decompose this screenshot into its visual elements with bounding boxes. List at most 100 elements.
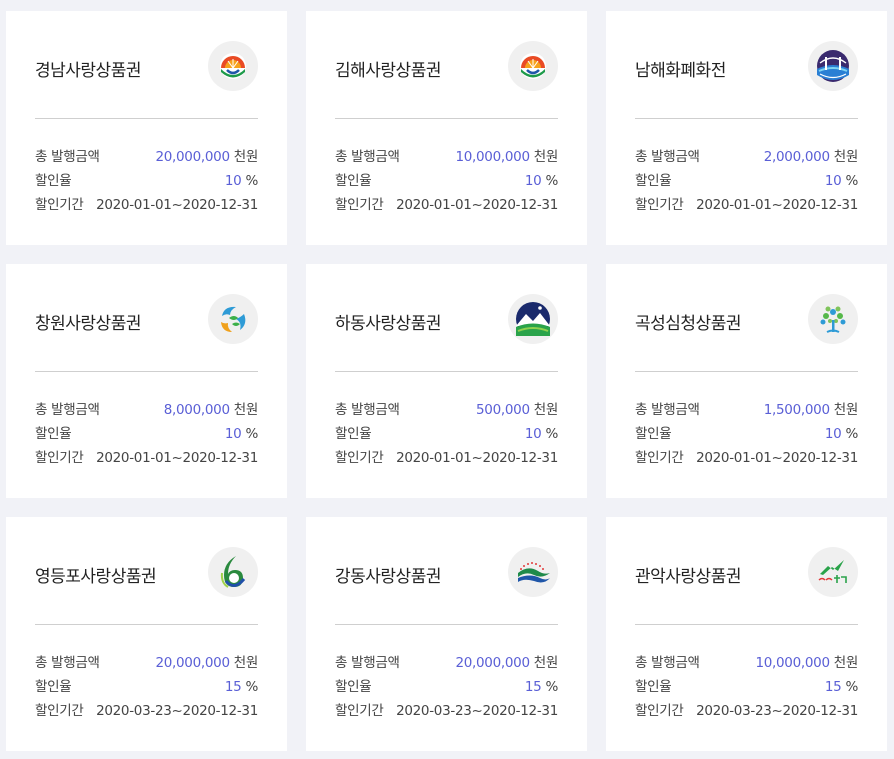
card-divider	[335, 624, 558, 625]
card-details: 총 발행금액 500,000 천원 할인율 10 % 할인기간 2020-01-…	[335, 398, 558, 470]
discount-period-value: 2020-01-01~2020-12-31	[396, 450, 558, 466]
gift-card-gwanak[interactable]: 관악사랑상품권 총 발행금액 10,000,000 천원 할인율 15 % 할인…	[606, 517, 887, 751]
total-issue-label: 총 발행금액	[35, 655, 100, 671]
total-issue-value: 500,000	[476, 402, 530, 418]
percent-unit: %	[545, 173, 558, 189]
gift-card-yeongdeungpo[interactable]: 영등포사랑상품권 총 발행금액 20,000,000 천원 할인율 15 % 할…	[6, 517, 287, 751]
total-issue-row: 총 발행금액 20,000,000 천원	[35, 145, 258, 169]
gift-card-grid: 경남사랑상품권 총 발행금액 20,000,000 천원 할인율 10 % 할인…	[0, 0, 894, 759]
discount-rate-label: 할인율	[635, 426, 672, 442]
discount-period-row: 할인기간 2020-01-01~2020-12-31	[335, 446, 558, 470]
gangdong-logo-icon	[508, 547, 558, 597]
card-header: 곡성심청상품권	[635, 292, 858, 350]
card-header: 영등포사랑상품권	[35, 545, 258, 603]
card-divider	[35, 624, 258, 625]
total-issue-row: 총 발행금액 1,500,000 천원	[635, 398, 858, 422]
discount-period-value: 2020-01-01~2020-12-31	[696, 450, 858, 466]
total-issue-value: 20,000,000	[455, 655, 530, 671]
discount-period-row: 할인기간 2020-01-01~2020-12-31	[35, 446, 258, 470]
discount-rate-label: 할인율	[35, 679, 72, 695]
total-issue-row: 총 발행금액 2,000,000 천원	[635, 145, 858, 169]
unit-label: 천원	[833, 402, 859, 418]
discount-period-row: 할인기간 2020-01-01~2020-12-31	[35, 193, 258, 217]
card-details: 총 발행금액 1,500,000 천원 할인율 10 % 할인기간 2020-0…	[635, 398, 858, 470]
card-title: 곡성심청상품권	[635, 314, 741, 334]
discount-rate-row: 할인율 10 %	[335, 422, 558, 446]
gimhae-logo-icon	[508, 41, 558, 91]
total-issue-row: 총 발행금액 10,000,000 천원	[635, 651, 858, 675]
gift-card-changwon[interactable]: 창원사랑상품권 총 발행금액 8,000,000 천원 할인율 10 % 할인기…	[6, 264, 287, 498]
total-issue-label: 총 발행금액	[35, 149, 100, 165]
card-header: 경남사랑상품권	[35, 39, 258, 97]
card-header: 김해사랑상품권	[335, 39, 558, 97]
card-header: 하동사랑상품권	[335, 292, 558, 350]
total-issue-value: 10,000,000	[455, 149, 530, 165]
discount-period-row: 할인기간 2020-01-01~2020-12-31	[635, 446, 858, 470]
total-issue-label: 총 발행금액	[335, 402, 400, 418]
card-details: 총 발행금액 8,000,000 천원 할인율 10 % 할인기간 2020-0…	[35, 398, 258, 470]
discount-period-label: 할인기간	[635, 450, 684, 466]
hadong-logo-icon	[508, 294, 558, 344]
discount-rate-value: 15	[224, 679, 242, 695]
card-divider	[335, 118, 558, 119]
discount-rate-label: 할인율	[335, 426, 372, 442]
unit-label: 천원	[233, 149, 259, 165]
discount-rate-label: 할인율	[335, 679, 372, 695]
changwon-logo-icon	[208, 294, 258, 344]
card-title: 남해화폐화전	[635, 61, 726, 81]
unit-label: 천원	[533, 655, 559, 671]
discount-rate-row: 할인율 15 %	[635, 675, 858, 699]
percent-unit: %	[845, 679, 858, 695]
percent-unit: %	[245, 173, 258, 189]
gokseong-logo-icon	[808, 294, 858, 344]
discount-rate-row: 할인율 10 %	[335, 169, 558, 193]
discount-rate-label: 할인율	[35, 426, 72, 442]
discount-period-value: 2020-01-01~2020-12-31	[96, 197, 258, 213]
total-issue-value: 20,000,000	[155, 655, 230, 671]
gift-card-gokseong[interactable]: 곡성심청상품권 총 발행금액 1,500,000 천원 할인율 10 % 할인기…	[606, 264, 887, 498]
gift-card-gimhae[interactable]: 김해사랑상품권 총 발행금액 10,000,000 천원 할인율 10 % 할인…	[306, 11, 587, 245]
gwanak-logo-icon	[808, 547, 858, 597]
discount-rate-row: 할인율 10 %	[35, 422, 258, 446]
gift-card-namhae[interactable]: 남해화폐화전 총 발행금액 2,000,000 천원 할인율 10 % 할인기간…	[606, 11, 887, 245]
discount-rate-value: 10	[224, 426, 242, 442]
total-issue-label: 총 발행금액	[35, 402, 100, 418]
card-details: 총 발행금액 20,000,000 천원 할인율 10 % 할인기간 2020-…	[35, 145, 258, 217]
discount-period-label: 할인기간	[635, 703, 684, 719]
card-header: 창원사랑상품권	[35, 292, 258, 350]
unit-label: 천원	[833, 149, 859, 165]
discount-rate-value: 15	[524, 679, 542, 695]
gift-card-gyeongnam[interactable]: 경남사랑상품권 총 발행금액 20,000,000 천원 할인율 10 % 할인…	[6, 11, 287, 245]
discount-rate-label: 할인율	[635, 173, 672, 189]
discount-period-label: 할인기간	[335, 450, 384, 466]
card-details: 총 발행금액 20,000,000 천원 할인율 15 % 할인기간 2020-…	[35, 651, 258, 723]
total-issue-value: 1,500,000	[763, 402, 830, 418]
discount-period-value: 2020-03-23~2020-12-31	[96, 703, 258, 719]
total-issue-value: 8,000,000	[163, 402, 230, 418]
percent-unit: %	[245, 679, 258, 695]
unit-label: 천원	[533, 149, 559, 165]
discount-period-value: 2020-03-23~2020-12-31	[696, 703, 858, 719]
discount-rate-row: 할인율 10 %	[635, 169, 858, 193]
discount-rate-label: 할인율	[635, 679, 672, 695]
card-divider	[335, 371, 558, 372]
card-divider	[35, 371, 258, 372]
discount-rate-row: 할인율 10 %	[635, 422, 858, 446]
discount-rate-row: 할인율 15 %	[335, 675, 558, 699]
discount-period-label: 할인기간	[35, 450, 84, 466]
card-title: 창원사랑상품권	[35, 314, 141, 334]
card-title: 영등포사랑상품권	[35, 567, 157, 587]
discount-rate-value: 10	[524, 173, 542, 189]
card-divider	[635, 118, 858, 119]
card-details: 총 발행금액 10,000,000 천원 할인율 10 % 할인기간 2020-…	[335, 145, 558, 217]
total-issue-value: 10,000,000	[755, 655, 830, 671]
discount-period-label: 할인기간	[35, 197, 84, 213]
total-issue-label: 총 발행금액	[635, 402, 700, 418]
gift-card-hadong[interactable]: 하동사랑상품권 총 발행금액 500,000 천원 할인율 10 % 할인기간 …	[306, 264, 587, 498]
discount-period-label: 할인기간	[35, 703, 84, 719]
namhae-logo-icon	[808, 41, 858, 91]
card-title: 하동사랑상품권	[335, 314, 441, 334]
gift-card-gangdong[interactable]: 강동사랑상품권 총 발행금액 20,000,000 천원 할인율 15 % 할인…	[306, 517, 587, 751]
unit-label: 천원	[533, 402, 559, 418]
unit-label: 천원	[233, 402, 259, 418]
